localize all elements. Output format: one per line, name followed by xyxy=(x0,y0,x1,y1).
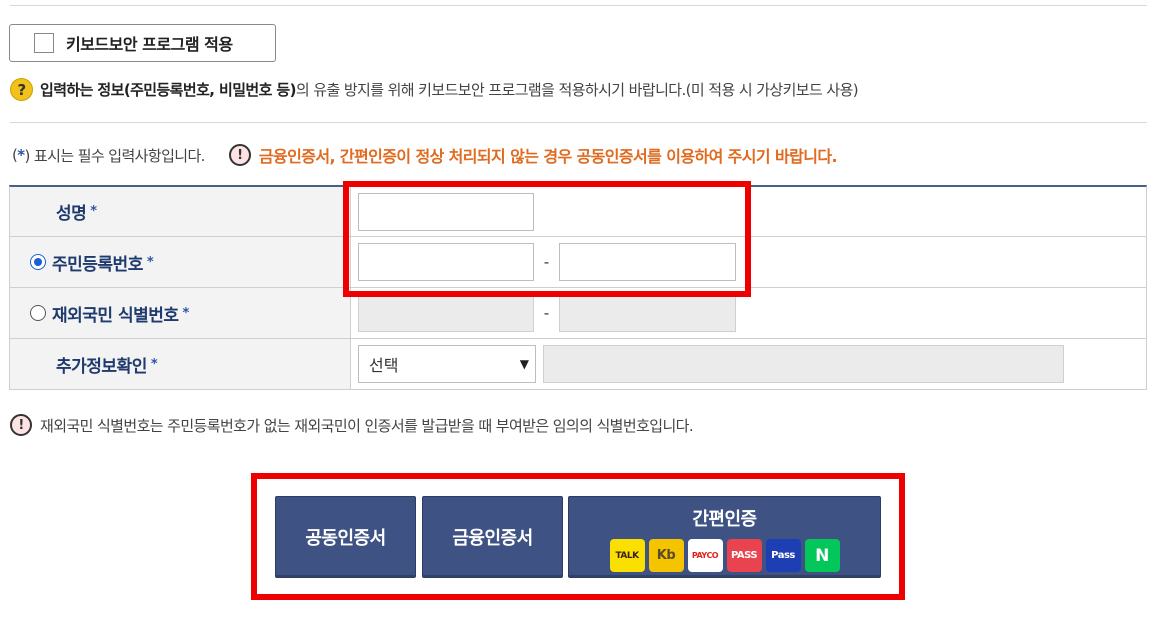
keyboard-security-notice: ? 입력하는 정보(주민등록번호, 비밀번호 등) 의 유출 방지를 위해 키보… xyxy=(10,78,859,101)
naver-icon: N xyxy=(804,539,840,572)
rrn-label-cell[interactable]: 주민등록번호 * xyxy=(10,237,351,287)
required-star-icon: * xyxy=(17,146,25,164)
rrn-dash: - xyxy=(543,253,550,271)
identity-form: 성명 * 주민등록번호 * - 재외국민 식별번호 * - 추가정보확인 * 선… xyxy=(9,185,1147,390)
rrn-front-input[interactable] xyxy=(358,243,534,281)
rrn-back-input[interactable] xyxy=(559,243,736,281)
notice-bold-text: 입력하는 정보(주민등록번호, 비밀번호 등) xyxy=(40,81,296,99)
extra-info-input xyxy=(543,345,1064,383)
required-mark-icon: * xyxy=(150,356,158,372)
foreign-id-radio[interactable] xyxy=(30,305,46,321)
required-mark-icon: * xyxy=(182,305,190,321)
section-divider xyxy=(10,122,1147,123)
rrn-radio[interactable] xyxy=(30,254,46,270)
foreign-id-label-cell[interactable]: 재외국민 식별번호 * xyxy=(10,288,351,338)
keyboard-security-toggle[interactable]: 키보드보안 프로그램 적용 xyxy=(9,24,276,62)
extra-info-row: 추가정보확인 * 선택 ▼ xyxy=(10,339,1146,390)
question-icon: ? xyxy=(10,78,33,101)
financial-certificate-button[interactable]: 금융인증서 xyxy=(422,496,563,578)
required-mark-icon: * xyxy=(90,204,97,219)
name-value-cell xyxy=(351,187,1146,236)
extra-info-select-value: 선택 xyxy=(369,356,399,375)
easy-auth-button[interactable]: 간편인증 TALK Kb PAYCO PASS Pass N xyxy=(568,496,881,578)
foreign-id-row: 재외국민 식별번호 * - xyxy=(10,288,1146,339)
payco-icon: PAYCO xyxy=(687,539,723,572)
kakao-talk-icon: TALK xyxy=(609,539,645,572)
kb-bank-icon: Kb xyxy=(648,539,684,572)
name-label-cell: 성명 * xyxy=(10,187,351,236)
cert-warning-text: 금융인증서, 간편인증이 정상 처리되지 않는 경우 공동인증서를 이용하여 주… xyxy=(258,147,838,166)
easy-auth-label: 간편인증 xyxy=(692,509,757,530)
foreign-id-value-cell: - xyxy=(351,288,1146,338)
extra-info-label-cell: 추가정보확인 * xyxy=(10,339,351,389)
foreign-id-info-text: 재외국민 식별번호는 주민등록번호가 없는 재외국민이 인증서를 발급받을 때 … xyxy=(40,416,694,435)
name-label: 성명 xyxy=(56,204,87,224)
pass-icon: PASS xyxy=(726,539,762,572)
foreign-id-dash: - xyxy=(543,304,550,322)
notice-rest-text: 의 유출 방지를 위해 키보드보안 프로그램을 적용하시기 바랍니다.(미 적용… xyxy=(295,81,859,99)
rrn-label: 주민등록번호 xyxy=(52,254,143,275)
foreign-id-front-input xyxy=(358,294,534,332)
foreign-id-back-input xyxy=(559,294,736,332)
caret-down-icon: ▼ xyxy=(519,357,529,371)
name-row: 성명 * xyxy=(10,187,1146,237)
keyboard-security-label: 키보드보안 프로그램 적용 xyxy=(66,35,233,54)
keyboard-security-checkbox[interactable] xyxy=(34,33,54,53)
samsung-pass-icon: Pass xyxy=(765,539,801,572)
required-mark-icon: * xyxy=(146,254,154,270)
joint-certificate-button[interactable]: 공동인증서 xyxy=(275,496,416,578)
required-note-suffix: ) 표시는 필수 입력사항입니다. xyxy=(24,146,206,165)
info-warning-icon: ! xyxy=(10,414,32,436)
required-note: ( * ) 표시는 필수 입력사항입니다. ! 금융인증서, 간편인증이 정상 … xyxy=(12,143,838,167)
name-input[interactable] xyxy=(358,192,534,231)
foreign-id-label: 재외국민 식별번호 xyxy=(52,305,179,326)
easy-auth-icons: TALK Kb PAYCO PASS Pass N xyxy=(609,539,840,572)
rrn-row: 주민등록번호 * - xyxy=(10,237,1146,288)
top-divider xyxy=(10,5,1147,6)
extra-info-value-cell: 선택 ▼ xyxy=(351,339,1146,389)
warning-icon: ! xyxy=(228,144,251,166)
rrn-value-cell: - xyxy=(351,237,1146,287)
extra-info-label: 추가정보확인 xyxy=(56,356,147,377)
foreign-id-info-note: ! 재외국민 식별번호는 주민등록번호가 없는 재외국민이 인증서를 발급받을 … xyxy=(10,414,694,436)
extra-info-select[interactable]: 선택 ▼ xyxy=(358,345,536,383)
